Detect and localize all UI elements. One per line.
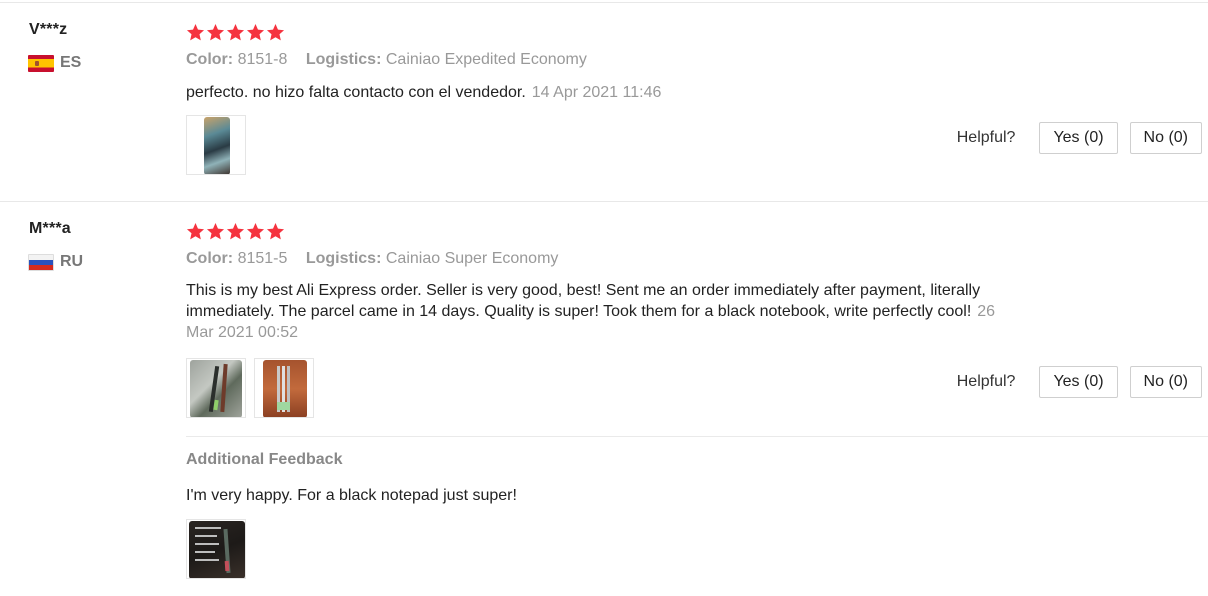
logistics-value: Cainiao Super Economy [385, 250, 559, 267]
color-value: 8151-8 [237, 51, 288, 68]
spain-flag-icon [28, 54, 54, 72]
color-value: 8151-5 [237, 250, 288, 267]
review-date: Mar 2021 00:52 [186, 324, 299, 341]
review-date: 14 Apr 2021 11:46 [531, 84, 662, 101]
helpful-vote: Helpful? Yes (0) No (0) [957, 366, 1202, 398]
star-icon [266, 23, 285, 42]
review-date: 26 [977, 303, 996, 320]
additional-feedback-text: I'm very happy. For a black notepad just… [186, 487, 517, 504]
review-photo-thumbnail[interactable] [186, 115, 246, 175]
country-code: RU [60, 253, 84, 270]
review-item: V***z ES Color: 8151-8 Logistics: Cainia… [0, 3, 1208, 201]
star-icon [246, 23, 265, 42]
star-icon [266, 222, 285, 241]
review-photo-thumbnail[interactable] [186, 358, 246, 418]
star-icon [246, 222, 265, 241]
star-icon [186, 23, 205, 42]
helpful-yes-button[interactable]: Yes (0) [1039, 122, 1118, 154]
review-body-line: This is my best Ali Express order. Selle… [186, 282, 981, 299]
color-label: Color: [186, 250, 234, 267]
star-rating [186, 222, 285, 241]
helpful-label: Helpful? [956, 129, 1016, 146]
star-rating [186, 23, 285, 42]
star-icon [186, 222, 205, 241]
star-icon [226, 222, 245, 241]
star-icon [226, 23, 245, 42]
review-text: This is my best Ali Express order. Selle… [186, 280, 1086, 343]
logistics-value: Cainiao Expedited Economy [385, 51, 587, 68]
review-text: perfecto. no hizo falta contacto con el … [186, 82, 661, 103]
additional-photo-thumbnail[interactable] [186, 519, 246, 579]
logistics-label: Logistics: [305, 51, 382, 68]
helpful-no-button[interactable]: No (0) [1129, 366, 1202, 398]
star-icon [206, 222, 225, 241]
review-meta: Color: 8151-5 Logistics: Cainiao Super E… [186, 250, 572, 268]
helpful-no-button[interactable]: No (0) [1129, 122, 1202, 154]
reviewer-country: ES [28, 54, 81, 72]
logistics-label: Logistics: [305, 250, 382, 267]
review-photo-thumbnail[interactable] [254, 358, 314, 418]
review-meta: Color: 8151-8 Logistics: Cainiao Expedit… [186, 51, 601, 69]
helpful-yes-button[interactable]: Yes (0) [1039, 366, 1118, 398]
additional-feedback-title: Additional Feedback [186, 451, 343, 468]
reviewer-name: V***z [29, 21, 68, 38]
helpful-vote: Helpful? Yes (0) No (0) [957, 122, 1202, 154]
reviewer-country: RU [28, 253, 83, 271]
review-item: M***a RU Color: 8151-5 Logistics: Cainia… [0, 202, 1208, 596]
additional-feedback-divider [186, 436, 1208, 437]
russia-flag-icon [28, 253, 54, 271]
helpful-label: Helpful? [956, 373, 1016, 390]
star-icon [206, 23, 225, 42]
review-body-line: immediately. The parcel came in 14 days.… [186, 303, 972, 320]
color-label: Color: [186, 51, 234, 68]
reviewer-name: M***a [29, 220, 71, 237]
review-body: perfecto. no hizo falta contacto con el … [186, 84, 526, 101]
country-code: ES [60, 54, 82, 71]
